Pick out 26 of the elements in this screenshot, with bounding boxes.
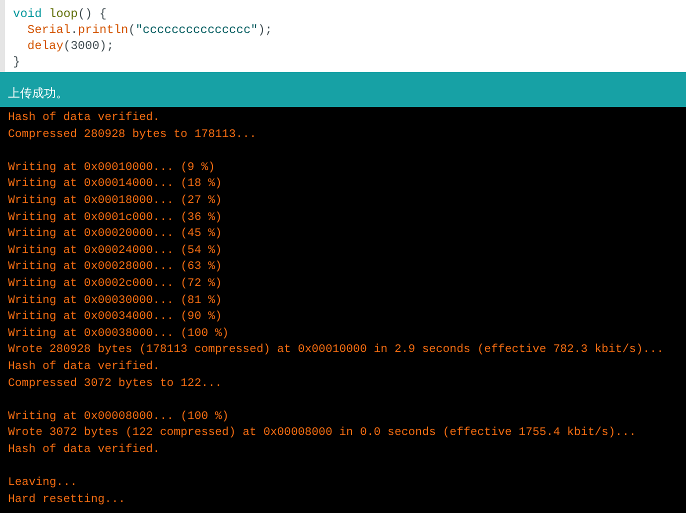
console-line: Writing at 0x00008000... (100 %) — [8, 408, 229, 425]
code-line: Serial.println("ccccccccccccccc"); — [26, 22, 272, 38]
console-line: Compressed 280928 bytes to 178113... — [8, 126, 256, 143]
code-line: } — [13, 54, 20, 70]
console-line: Hash of data verified. — [8, 442, 160, 458]
console-line: Hash of data verified. — [8, 110, 160, 126]
console-line: Wrote 280928 bytes (178113 compressed) at 0x00010000 in 2.9 seconds (effective 782.3 kbit/s)... — [8, 342, 664, 358]
console-line: Writing at 0x00034000... (90 %) — [8, 309, 222, 326]
console-line: Writing at 0x00018000... (27 %) — [8, 192, 222, 209]
console-line: Writing at 0x00038000... (100 %) — [8, 326, 229, 342]
console-line: Writing at 0x00010000... (9 %) — [8, 160, 216, 176]
console-line: Writing at 0x00028000... (63 %) — [8, 259, 222, 276]
console-line: Hard resetting... — [8, 492, 126, 508]
console-line: Writing at 0x0001c000... (36 %) — [8, 210, 222, 226]
console-line: Writing at 0x00014000... (18 %) — [8, 176, 222, 192]
console-line: Compressed 3072 bytes to 122... — [8, 376, 222, 392]
console-line: Wrote 3072 bytes (122 compressed) at 0x00008000 in 0.0 seconds (effective 1755.4 kbit/s)... — [8, 425, 636, 442]
console-line: Writing at 0x00020000... (45 %) — [8, 226, 222, 242]
console-line: Writing at 0x00030000... (81 %) — [8, 292, 222, 309]
console-line: Hash of data verified. — [8, 358, 160, 375]
console-line: Writing at 0x00024000... (54 %) — [8, 242, 222, 259]
code-line: delay(3000); — [26, 38, 114, 54]
status-message: 上传成功。 — [8, 86, 68, 100]
console-line: Leaving... — [8, 475, 78, 492]
console-line: Writing at 0x0002c000... (72 %) — [8, 276, 222, 292]
code-line: void loop() { — [13, 6, 107, 22]
